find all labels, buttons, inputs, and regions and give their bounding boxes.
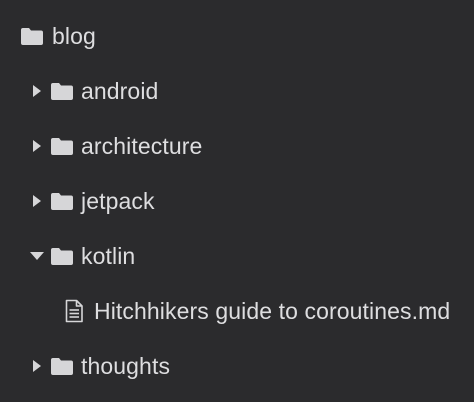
tree-item-label: android: [81, 77, 159, 104]
folder-icon: [50, 191, 74, 211]
chevron-right-icon[interactable]: [30, 359, 44, 373]
folder-icon: [50, 136, 74, 156]
tree-item-label: Hitchhikers guide to coroutines.md: [94, 297, 451, 324]
tree-item-label: jetpack: [81, 187, 155, 214]
file-text-icon: [64, 299, 84, 323]
tree-item-thoughts[interactable]: thoughts: [0, 346, 474, 386]
chevron-down-icon[interactable]: [30, 249, 44, 263]
folder-icon: [20, 26, 44, 46]
tree-item-kotlin[interactable]: kotlin: [0, 236, 474, 276]
tree-item-label: thoughts: [81, 352, 171, 379]
tree-item-label: kotlin: [81, 242, 136, 269]
tree-item-blog[interactable]: blog: [0, 16, 474, 56]
tree-item-file[interactable]: Hitchhikers guide to coroutines.md: [0, 291, 474, 331]
tree-item-label: architecture: [81, 132, 203, 159]
folder-icon: [50, 356, 74, 376]
folder-icon: [50, 246, 74, 266]
tree-item-android[interactable]: android: [0, 71, 474, 111]
tree-item-architecture[interactable]: architecture: [0, 126, 474, 166]
tree-item-jetpack[interactable]: jetpack: [0, 181, 474, 221]
folder-icon: [50, 81, 74, 101]
tree-item-label: blog: [52, 22, 96, 49]
chevron-right-icon[interactable]: [30, 194, 44, 208]
chevron-right-icon[interactable]: [30, 84, 44, 98]
chevron-right-icon[interactable]: [30, 139, 44, 153]
file-tree: blog android architecture jetpack kotlin…: [0, 0, 474, 402]
